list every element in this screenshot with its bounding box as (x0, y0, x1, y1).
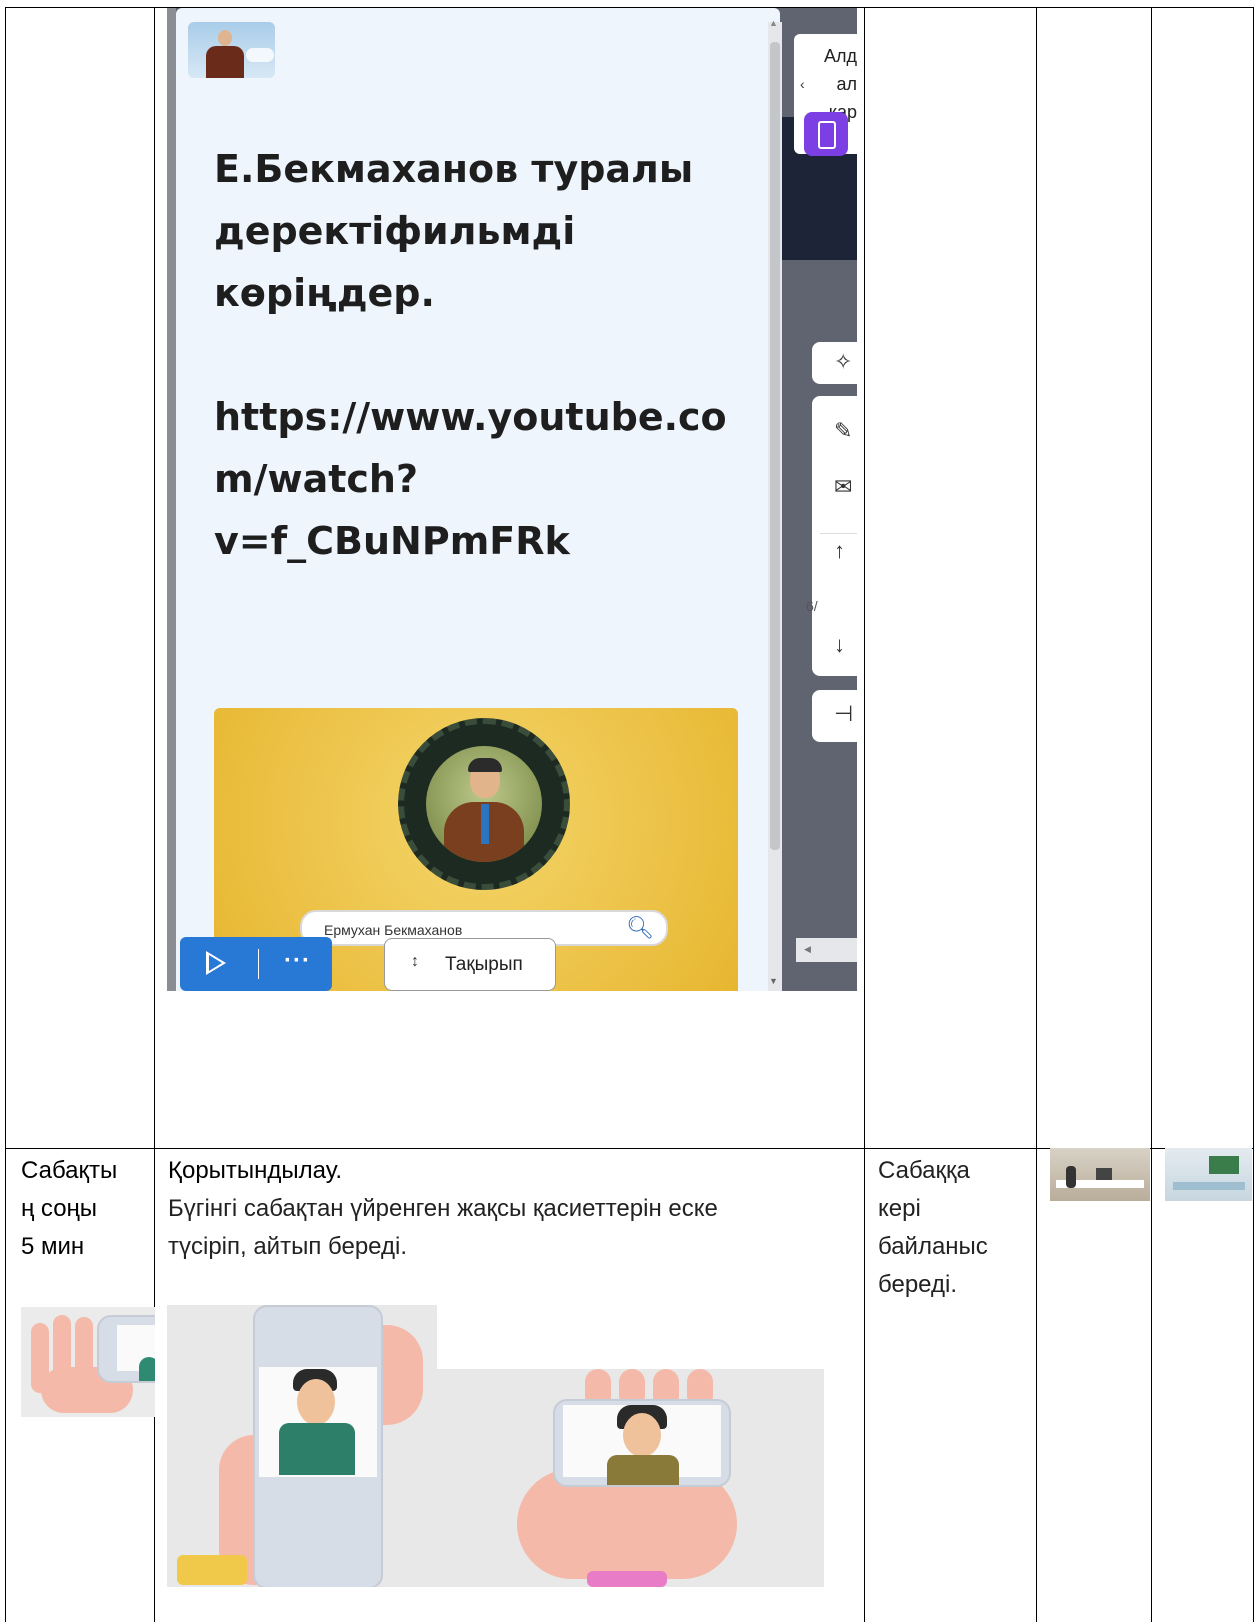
tool-stack-box: ✎ ✉ ↑ ↓ (812, 396, 857, 676)
add-box[interactable]: ⊣ (812, 690, 857, 742)
comment-icon[interactable]: ✉ (834, 474, 852, 500)
hand-phone-illustration-girl (437, 1369, 824, 1587)
chevron-updown-icon: ↕ (411, 953, 419, 970)
topic-button[interactable]: ↕ Тақырып (384, 938, 556, 991)
portrait-thumbnail (188, 22, 275, 78)
table-border-col4 (1036, 7, 1037, 1622)
section-body: Бүгінгі сабақтан үйренген жақсы қасиетте… (168, 1195, 718, 1260)
scroll-left-arrow-icon[interactable]: ◀ (804, 944, 811, 955)
table-border-right (1253, 7, 1254, 1622)
plus-icon[interactable]: ⊣ (834, 701, 853, 727)
classroom-photo (1165, 1148, 1252, 1201)
page-indicator: 6/ (806, 598, 818, 614)
topic-button-label: Тақырып (445, 954, 523, 975)
slide-text: Е.Бекмаханов туралы деректіфильмді көрің… (214, 147, 727, 563)
present-button-group[interactable]: ··· (180, 937, 332, 991)
scrollbar-thumb[interactable] (770, 42, 780, 850)
hand-phone-illustration-small (21, 1307, 155, 1417)
magic-tool-box[interactable]: ✧ (812, 342, 857, 384)
edit-image-icon[interactable]: ✎ (834, 418, 852, 444)
arrow-up-icon[interactable]: ↑ (834, 538, 845, 564)
video-search-text: Ермухан Бекмаханов (324, 922, 463, 938)
slide-panel: Е.Бекмаханов туралы деректіфильмді көрің… (176, 8, 780, 991)
embedded-presentation-screenshot: Е.Бекмаханов туралы деректіфильмді көрің… (167, 8, 857, 991)
scroll-up-arrow-icon[interactable]: ▲ (769, 18, 778, 28)
office-photo (1050, 1148, 1150, 1201)
mobile-view-button[interactable] (804, 112, 848, 156)
search-icon: 🔍︎ (626, 915, 654, 940)
chevron-left-icon[interactable]: ‹ (800, 76, 805, 92)
sparkle-icon[interactable]: ✧ (834, 349, 852, 375)
scroll-down-arrow-icon[interactable]: ▼ (769, 976, 778, 986)
arrow-down-icon[interactable]: ↓ (834, 632, 845, 658)
table-border-col3 (864, 7, 865, 1622)
section-title: Қорытындылау. (168, 1157, 343, 1184)
hand-phone-illustration-boy (167, 1305, 437, 1587)
stage-label: Сабақты ң соңы 5 мин (21, 1157, 118, 1260)
phone-icon (818, 121, 836, 149)
more-options-icon[interactable]: ··· (284, 947, 311, 975)
table-border-col5 (1151, 7, 1152, 1622)
table-border-left (5, 7, 6, 1622)
portrait-medallion (398, 718, 570, 890)
feedback-text: Сабаққа кері байланыс береді. (878, 1157, 988, 1298)
left-panel-strip (167, 8, 176, 991)
right-tool-panel: ‹ Алд ал кар ✧ ✎ ✉ ↑ ↓ 6/ ⊣ ◀ (782, 8, 857, 991)
